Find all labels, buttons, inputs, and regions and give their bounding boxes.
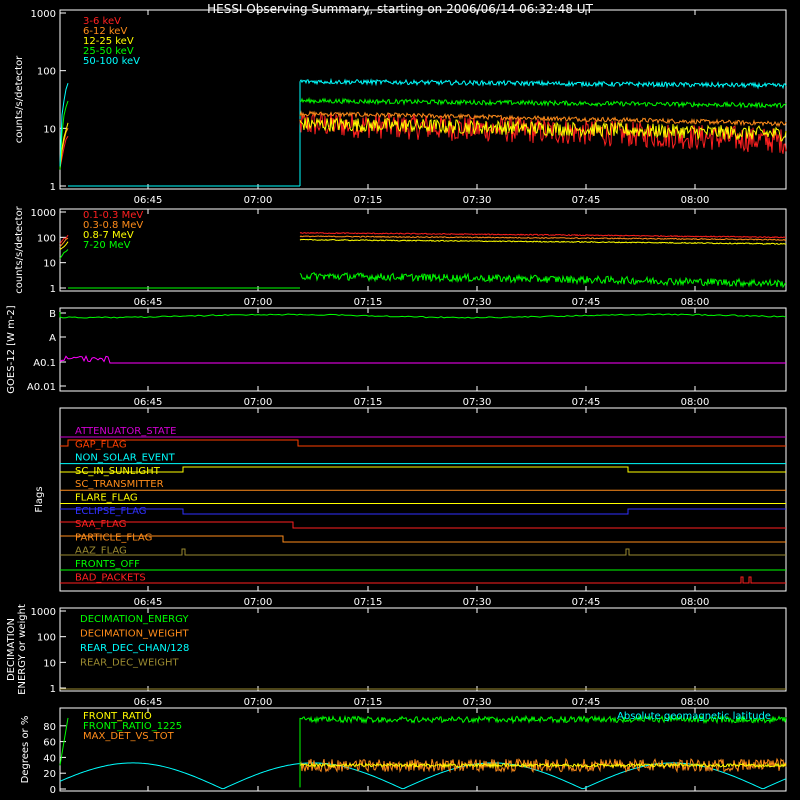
y-tick-label: 1000 bbox=[31, 9, 56, 20]
y-tick-label: 10 bbox=[43, 658, 56, 669]
flag-label: ECLIPSE_FLAG bbox=[75, 506, 146, 517]
flag-label: FLARE_FLAG bbox=[75, 493, 138, 504]
flag-trace bbox=[60, 548, 786, 556]
y-tick-label: 0 bbox=[50, 785, 56, 796]
time-tick-label: 07:00 bbox=[244, 195, 273, 206]
time-tick-label: 07:00 bbox=[244, 297, 273, 308]
y-tick-label: 100 bbox=[37, 633, 56, 644]
flag-trace bbox=[60, 439, 786, 447]
time-tick-label: 08:00 bbox=[681, 597, 710, 608]
time-tick-label: 07:45 bbox=[572, 597, 601, 608]
time-tick-label: 06:45 bbox=[134, 697, 163, 708]
time-tick-label: 07:15 bbox=[354, 597, 383, 608]
series-line-4 bbox=[299, 77, 787, 90]
flag-trace bbox=[60, 576, 786, 584]
time-tick-label: 07:45 bbox=[572, 397, 601, 408]
y-tick-label: 60 bbox=[43, 738, 56, 749]
y-axis-label: counts/s/detector bbox=[14, 205, 25, 293]
y-tick-label: 1000 bbox=[31, 607, 56, 618]
y-tick-label: A bbox=[49, 333, 56, 344]
time-tick-label: 07:30 bbox=[463, 597, 492, 608]
legend-entry: MAX_DET_VS_TOT bbox=[83, 731, 175, 742]
time-tick-label: 07:00 bbox=[244, 697, 273, 708]
y-axis-label: GOES-12 [W m-2] bbox=[6, 305, 17, 393]
time-tick-label: 07:30 bbox=[463, 697, 492, 708]
y-tick-label: 1 bbox=[50, 684, 56, 695]
time-tick-label: 06:45 bbox=[134, 597, 163, 608]
panel-frame bbox=[59, 307, 787, 392]
flag-label: PARTICLE_FLAG bbox=[75, 532, 152, 543]
y-tick-label: 1 bbox=[50, 182, 56, 193]
legend-entry: DECIMATION_ENERGY bbox=[80, 614, 189, 625]
legend-entry: 7-20 MeV bbox=[83, 240, 131, 251]
time-tick-label: 08:00 bbox=[681, 195, 710, 206]
y-tick-label: A0.1 bbox=[33, 358, 56, 369]
flag-trace bbox=[60, 508, 786, 515]
flag-label: SC_TRANSMITTER bbox=[75, 479, 164, 490]
legend-entry: REAR_DEC_WEIGHT bbox=[80, 658, 179, 669]
flag-label: SAA_FLAG bbox=[75, 519, 126, 530]
y-tick-label: 40 bbox=[43, 753, 56, 764]
y-tick-label: 100 bbox=[37, 67, 56, 78]
y-tick-label: 80 bbox=[43, 722, 56, 733]
legend-entry: DECIMATION_WEIGHT bbox=[80, 629, 189, 640]
y-axis-label: Flags bbox=[34, 486, 45, 512]
time-tick-label: 08:00 bbox=[681, 297, 710, 308]
y-axis-label: counts/s/detector bbox=[14, 55, 25, 143]
y-tick-label: 20 bbox=[43, 769, 56, 780]
legend-entry: 50-100 keV bbox=[83, 56, 140, 67]
series-line-2 bbox=[299, 238, 787, 245]
time-tick-label: 07:15 bbox=[354, 397, 383, 408]
time-tick-label: 07:30 bbox=[463, 397, 492, 408]
y-axis-label: ENERGY or weight bbox=[17, 604, 28, 695]
time-tick-label: 07:15 bbox=[354, 297, 383, 308]
time-tick-label: 06:45 bbox=[134, 297, 163, 308]
series-line-3 bbox=[299, 271, 787, 289]
time-tick-label: 07:00 bbox=[244, 597, 273, 608]
time-tick-label: 07:45 bbox=[572, 195, 601, 206]
chart-title: HESSI Observing Summary, starting on 200… bbox=[207, 2, 593, 16]
time-tick-label: 06:45 bbox=[134, 195, 163, 206]
flag-label: GAP_FLAG bbox=[75, 439, 127, 450]
panel-frame bbox=[59, 9, 787, 190]
time-tick-label: 07:15 bbox=[354, 697, 383, 708]
y-tick-label: B bbox=[49, 309, 56, 320]
time-tick-label: 07:30 bbox=[463, 297, 492, 308]
time-tick-label: 08:00 bbox=[681, 697, 710, 708]
time-tick-label: 07:00 bbox=[244, 397, 273, 408]
y-tick-label: 10 bbox=[43, 124, 56, 135]
observing-summary-plot: HESSI Observing Summary, starting on 200… bbox=[6, 2, 787, 796]
y-axis-label: DECIMATION bbox=[6, 618, 17, 681]
time-tick-label: 08:00 bbox=[681, 397, 710, 408]
goes-short-trace bbox=[59, 355, 786, 364]
y-tick-label: 1000 bbox=[31, 208, 56, 219]
flag-label: NON_SOLAR_EVENT bbox=[75, 453, 176, 464]
flag-label: BAD_PACKETS bbox=[75, 572, 146, 583]
time-tick-label: 07:45 bbox=[572, 297, 601, 308]
flag-trace bbox=[60, 535, 786, 543]
y-tick-label: A0.01 bbox=[27, 382, 56, 393]
y-tick-label: 10 bbox=[43, 259, 56, 270]
flag-label: ATTENUATOR_STATE bbox=[75, 426, 176, 437]
flag-trace bbox=[60, 521, 786, 529]
time-tick-label: 06:45 bbox=[134, 397, 163, 408]
flag-label: FRONTS_OFF bbox=[75, 559, 140, 570]
y-tick-label: 100 bbox=[37, 233, 56, 244]
y-tick-label: 1 bbox=[50, 284, 56, 295]
goes-long-trace bbox=[59, 312, 787, 319]
y-axis-label: Degrees or % bbox=[20, 716, 31, 784]
time-tick-label: 07:45 bbox=[572, 697, 601, 708]
series-line-3 bbox=[59, 249, 69, 259]
time-tick-label: 07:30 bbox=[463, 195, 492, 206]
flag-trace bbox=[60, 466, 786, 473]
series-line-3 bbox=[299, 96, 787, 109]
legend-entry: REAR_DEC_CHAN/128 bbox=[80, 643, 189, 654]
flag-label: SC_IN_SUNLIGHT bbox=[75, 466, 161, 477]
time-tick-label: 07:15 bbox=[354, 195, 383, 206]
annotation-label: Absolute geomagnetic latitude bbox=[617, 711, 771, 722]
